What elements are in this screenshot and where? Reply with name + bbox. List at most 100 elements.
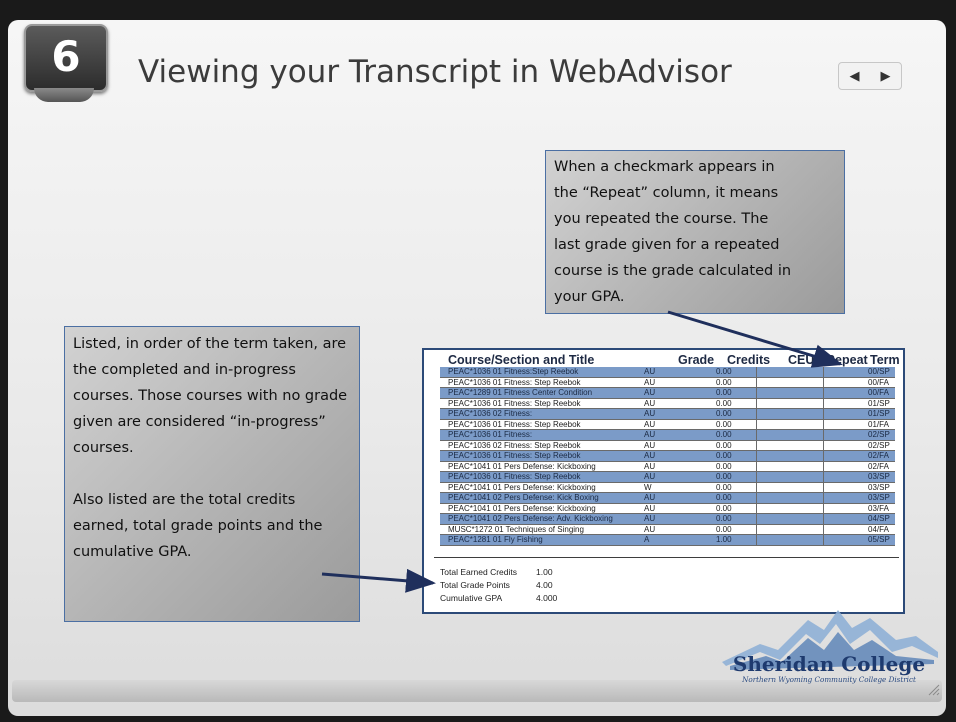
grade-cell: AU <box>644 430 656 439</box>
term-cell: 03/SP <box>868 472 890 481</box>
grade-cell: AU <box>644 440 656 450</box>
table-row: PEAC*1036 02 Fitness: AU 0.00 01/SP <box>440 409 895 420</box>
callout-line: When a checkmark appears in <box>554 159 775 175</box>
table-row: PEAC*1036 01 Fitness:Step Reebok AU 0.00 00… <box>440 367 895 378</box>
term-cell: 02/SP <box>868 440 890 450</box>
table-row: PEAC*1281 01 Fly Fishing A 1.00 05/SP <box>440 535 895 546</box>
course-cell: PEAC*1036 01 Fitness: <box>448 430 533 439</box>
credits-cell: 0.00 <box>716 419 732 429</box>
course-cell: MUSC*1272 01 Techniques of Singing <box>448 524 584 534</box>
table-row: PEAC*1036 01 Fitness: Step Reebok AU 0.00 0… <box>440 472 895 483</box>
ceus-cell <box>756 461 824 471</box>
course-cell: PEAC*1036 02 Fitness: <box>448 409 533 418</box>
next-slide-button[interactable]: ▶ <box>881 70 891 83</box>
course-cell: PEAC*1036 01 Fitness: Step Reebok <box>448 451 581 460</box>
ceus-cell <box>756 503 824 513</box>
slide-number-badge: 6 <box>24 24 108 92</box>
course-cell: PEAC*1041 01 Pers Defense: Kickboxing <box>448 461 596 471</box>
ceus-cell <box>756 493 824 503</box>
callout-line: course is the grade calculated in <box>554 263 792 279</box>
column-header-course: Course/Section and Title <box>448 353 595 367</box>
ceus-cell <box>756 419 824 429</box>
divider <box>434 557 899 558</box>
term-cell: 02/FA <box>868 461 889 471</box>
total-row: Total Grade Points 4.00 <box>440 579 640 592</box>
total-value: 1.00 <box>536 567 553 577</box>
grade-cell: W <box>644 482 652 492</box>
callout-paragraph: Listed, in order of the term taken, are … <box>73 336 348 456</box>
grade-cell: AU <box>644 472 656 481</box>
callout-line: the “Repeat” column, it means <box>554 185 779 201</box>
grade-cell: AU <box>644 514 656 523</box>
total-label: Cumulative GPA <box>440 593 503 603</box>
credits-cell: 0.00 <box>716 377 732 387</box>
course-cell: PEAC*1041 02 Pers Defense: Adv. Kickboxi… <box>448 514 613 523</box>
ceus-cell <box>756 535 824 545</box>
course-cell: PEAC*1041 01 Pers Defense: Kickboxing <box>448 482 596 492</box>
credits-cell: 0.00 <box>716 472 732 481</box>
course-cell: PEAC*1036 01 Fitness: Step Reebok <box>448 398 581 408</box>
credits-cell: 0.00 <box>716 409 732 418</box>
prev-slide-button[interactable]: ◀ <box>850 70 860 83</box>
column-header-repeat: Repeat <box>826 353 868 367</box>
ceus-cell <box>756 472 824 482</box>
total-value: 4.00 <box>536 580 553 590</box>
ceus-cell <box>756 409 824 419</box>
credits-cell: 0.00 <box>716 430 732 439</box>
table-row: PEAC*1041 01 Pers Defense: Kickboxing AU 0… <box>440 461 895 472</box>
table-row: PEAC*1041 01 Pers Defense: Kickboxing W 0.… <box>440 482 895 493</box>
total-label: Total Earned Credits <box>440 567 518 577</box>
course-cell: PEAC*1036 01 Fitness: Step Reebok <box>448 377 581 387</box>
term-cell: 00/FA <box>868 388 889 397</box>
credits-cell: 0.00 <box>716 524 732 534</box>
transcript-totals: Total Earned Credits 1.00 Total Grade Poin… <box>440 566 640 605</box>
repeat-callout: When a checkmark appears in the “Repeat”… <box>545 150 845 314</box>
table-row: PEAC*1036 01 Fitness: Step Reebok AU 0.00 0… <box>440 419 895 430</box>
term-cell: 03/FA <box>868 503 889 513</box>
ceus-cell <box>756 398 824 408</box>
course-cell: PEAC*1041 01 Pers Defense: Kickboxing <box>448 503 596 513</box>
credits-cell: 0.00 <box>716 482 732 492</box>
table-row: PEAC*1036 01 Fitness: Step Reebok AU 0.00 0… <box>440 377 895 388</box>
transcript-header-row: Course/Section and Title Grade Credits C… <box>424 353 903 367</box>
credits-cell: 0.00 <box>716 367 732 376</box>
table-row: PEAC*1289 01 Fitness Center Condition AU 0… <box>440 388 895 399</box>
course-cell: PEAC*1036 02 Fitness: Step Reebok <box>448 440 581 450</box>
transcript-rows: PEAC*1036 01 Fitness:Step Reebok AU 0.00 00… <box>440 367 895 546</box>
term-cell: 03/SP <box>868 482 890 492</box>
table-row: PEAC*1041 02 Pers Defense: Kick Boxing AU… <box>440 493 895 504</box>
grade-cell: AU <box>644 398 656 408</box>
course-cell: PEAC*1281 01 Fly Fishing <box>448 535 543 544</box>
column-header-grade: Grade <box>678 353 715 367</box>
term-cell: 00/FA <box>868 377 889 387</box>
grade-cell: AU <box>644 409 656 418</box>
resize-grip-icon[interactable] <box>926 682 940 696</box>
term-cell: 05/SP <box>868 535 890 544</box>
ceus-cell <box>756 514 824 524</box>
credits-cell: 0.00 <box>716 440 732 450</box>
credits-cell: 0.00 <box>716 398 732 408</box>
course-cell: PEAC*1289 01 Fitness Center Condition <box>448 388 593 397</box>
callout-paragraph: Also listed are the total credits earned… <box>73 492 323 560</box>
grade-cell: AU <box>644 367 656 376</box>
term-cell: 01/SP <box>868 398 890 408</box>
ceus-cell <box>756 430 824 440</box>
courses-callout: Listed, in order of the term taken, are … <box>64 326 360 622</box>
ceus-cell <box>756 524 824 534</box>
callout-line: you repeated the course. The <box>554 211 769 227</box>
page-title: Viewing your Transcript in WebAdvisor <box>138 54 732 90</box>
table-row: PEAC*1036 01 Fitness: Step Reebok AU 0.00 0… <box>440 451 895 462</box>
monitor-stand-icon <box>34 88 94 102</box>
term-cell: 02/SP <box>868 430 890 439</box>
table-row: PEAC*1036 02 Fitness: Step Reebok AU 0.00 0… <box>440 440 895 451</box>
total-value: 4.000 <box>536 593 558 603</box>
callout-line: last grade given for a repeated <box>554 237 780 253</box>
term-cell: 04/FA <box>868 524 889 534</box>
total-row: Total Earned Credits 1.00 <box>440 566 640 579</box>
slide-nav: ◀ ▶ <box>838 62 902 90</box>
credits-cell: 0.00 <box>716 451 732 460</box>
term-cell: 01/SP <box>868 409 890 418</box>
credits-cell: 1.00 <box>716 535 732 544</box>
grade-cell: AU <box>644 503 656 513</box>
grade-cell: AU <box>644 451 656 460</box>
